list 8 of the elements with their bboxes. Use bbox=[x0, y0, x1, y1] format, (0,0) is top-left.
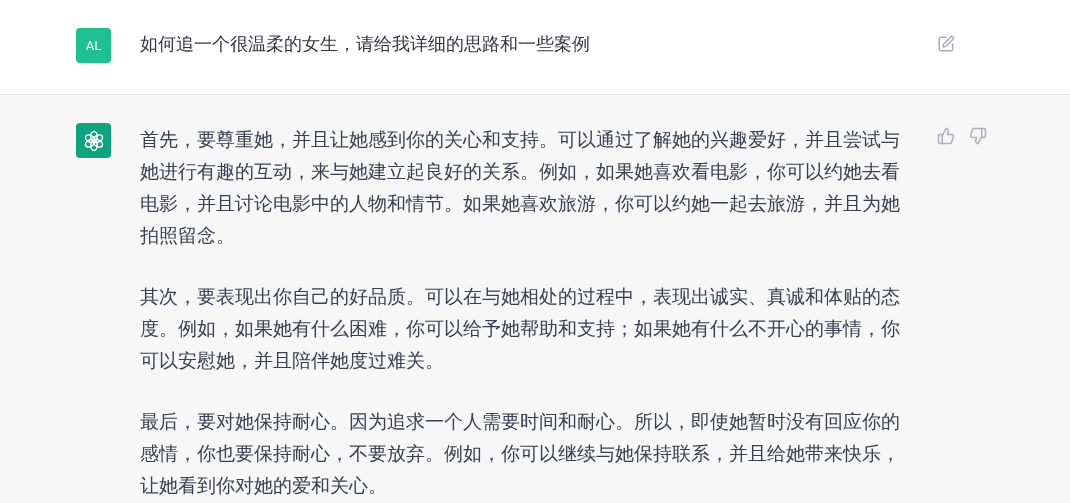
user-message-text: 如何追一个很温柔的女生，请给我详细的思路和一些案例 bbox=[140, 32, 591, 56]
thumbs-up-icon[interactable] bbox=[937, 127, 955, 145]
edit-icon[interactable] bbox=[937, 35, 955, 53]
answer-paragraph: 最后，要对她保持耐心。因为追求一个人需要时间和耐心。所以，即使她暂时没有回应你的感情，你也要保持耐心，不要放弃。例如，你可以继续与她保持联系，并且给她带来快乐，让她看到你对她的爱和关心。 bbox=[140, 409, 901, 498]
answer-paragraph: 其次，要表现出你自己的好品质。可以在与她相处的过程中，表现出诚实、真诚和体贴的态度。例如，如果她有什么困难，你可以给予她帮助和支持；如果她有什么不开心的事情，你可以安慰她，并且陪伴她度过难关。 bbox=[140, 284, 901, 373]
answer-paragraph: 首先，要尊重她，并且让她感到你的关心和支持。可以通过了解她的兴趣爱好，并且尝试与她进行有趣的互动，来与她建立起良好的关系。例如，如果她喜欢看电影，你可以约她去看电影，并且讨论电影中的人物和情节。如果她喜欢旅游，你可以约她一起去旅游，并且为她拍照留念。 bbox=[140, 127, 901, 248]
thumbs-down-icon[interactable] bbox=[969, 127, 987, 145]
user-avatar: AL bbox=[76, 28, 111, 63]
